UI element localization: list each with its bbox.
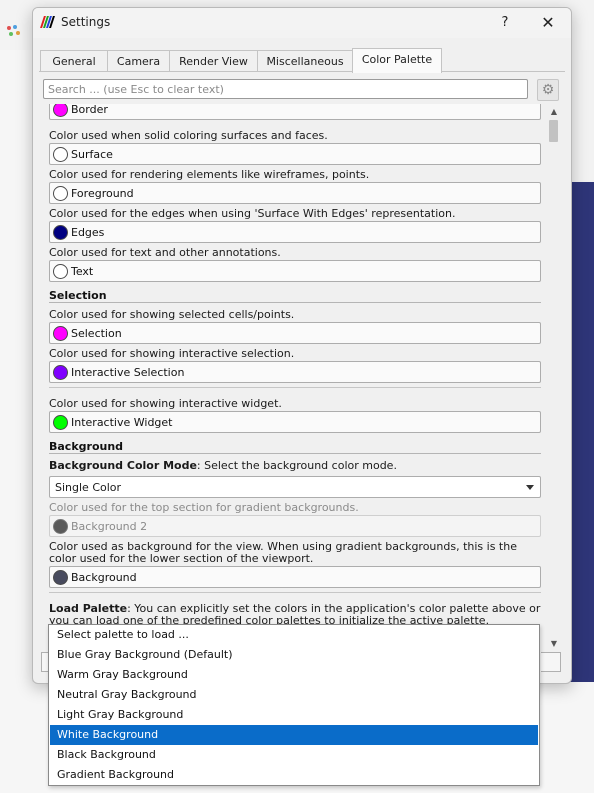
text-label: Text [71,265,94,278]
tab-miscellaneous[interactable]: Miscellaneous [257,50,353,72]
background-desc: Color used as background for the view. W… [49,540,517,565]
section-divider [49,302,541,303]
tab-general[interactable]: General [40,50,108,72]
load-palette-dropdown-list[interactable]: Select palette to load ... Blue Gray Bac… [48,624,540,786]
foreground-color-button[interactable]: Foreground [49,182,541,204]
background-label: Background [71,571,137,584]
palette-option[interactable]: Select palette to load ... [50,625,538,645]
settings-app-icon [40,16,55,28]
scroll-thumb[interactable] [549,120,558,142]
interactive-widget-desc: Color used for showing interactive widge… [49,397,282,410]
text-swatch [53,263,68,279]
palette-option[interactable]: Light Gray Background [50,705,538,725]
app-background-right [570,50,594,180]
edges-swatch [53,224,68,240]
bg-mode-desc-text: : Select the background color mode. [196,459,397,472]
surface-desc: Color used when solid coloring surfaces … [49,129,328,142]
bg-mode-select[interactable]: Single Color [49,476,541,498]
border-color-button[interactable]: Border [49,104,541,120]
palette-option[interactable]: Gradient Background [50,765,538,785]
interactive-widget-swatch [53,414,68,430]
palette-option-selected[interactable]: White Background [50,725,538,745]
edges-color-button[interactable]: Edges [49,221,541,243]
title-bar[interactable]: Settings ? ✕ [33,8,571,38]
selection-swatch [53,325,68,341]
window-title: Settings [61,15,111,29]
tab-camera[interactable]: Camera [107,50,170,72]
interactive-selection-label: Interactive Selection [71,366,185,379]
background2-desc: Color used for the top section for gradi… [49,501,359,514]
palette-option[interactable]: Neutral Gray Background [50,685,538,705]
interactive-selection-desc: Color used for showing interactive selec… [49,347,295,360]
palette-option[interactable]: Warm Gray Background [50,665,538,685]
palette-option[interactable]: Black Background [50,745,538,765]
text-desc: Color used for text and other annotation… [49,246,281,259]
tab-render-view[interactable]: Render View [169,50,258,72]
app-background-left [0,50,32,793]
surface-label: Surface [71,148,113,161]
selection-desc: Color used for showing selected cells/po… [49,308,295,321]
interactive-widget-label: Interactive Widget [71,416,173,429]
tab-color-palette[interactable]: Color Palette [352,48,442,73]
bg-mode-bold-label: Background Color Mode [49,459,197,472]
scroll-down-icon[interactable]: ▼ [547,638,561,650]
chevron-down-icon [526,485,534,490]
render-view-area[interactable] [570,182,594,682]
gear-icon[interactable]: ⚙ [537,79,559,101]
search-input[interactable] [43,79,528,99]
edges-desc: Color used for the edges when using 'Sur… [49,207,456,220]
interactive-selection-swatch [53,364,68,380]
vertical-scrollbar[interactable]: ▲ ▼ [547,106,561,654]
foreground-desc: Color used for rendering elements like w… [49,168,370,181]
border-label: Border [71,104,108,116]
foreground-swatch [53,185,68,201]
border-swatch [53,104,68,117]
background2-label: Background 2 [71,520,148,533]
foreground-label: Foreground [71,187,134,200]
background-color-button[interactable]: Background [49,566,541,588]
surface-color-button[interactable]: Surface [49,143,541,165]
app-logo-icon [6,24,24,40]
tab-bar-divider [39,71,565,72]
divider [49,387,541,388]
bg-mode-desc: Background Color Mode: Select the backgr… [49,460,541,472]
surface-swatch [53,146,68,162]
divider [49,592,541,593]
edges-label: Edges [71,226,105,239]
selection-label: Selection [71,327,122,340]
scroll-up-icon[interactable]: ▲ [547,106,561,118]
color-palette-panel: Border Color used when solid coloring su… [43,104,549,658]
background-swatch [53,569,68,585]
background2-color-button: Background 2 [49,515,541,537]
selection-color-button[interactable]: Selection [49,322,541,344]
selection-section-title: Selection [49,289,107,302]
text-color-button[interactable]: Text [49,260,541,282]
bg-mode-value: Single Color [55,481,122,494]
background-section-title: Background [49,440,124,453]
interactive-widget-color-button[interactable]: Interactive Widget [49,411,541,433]
section-divider [49,453,541,454]
interactive-selection-color-button[interactable]: Interactive Selection [49,361,541,383]
settings-dialog: Settings ? ✕ General Camera Render View … [32,7,572,684]
close-button[interactable]: ✕ [537,12,559,34]
palette-option[interactable]: Blue Gray Background (Default) [50,645,538,665]
help-button[interactable]: ? [495,12,515,34]
background2-swatch [53,518,68,534]
bottom-button-edge [541,652,561,672]
